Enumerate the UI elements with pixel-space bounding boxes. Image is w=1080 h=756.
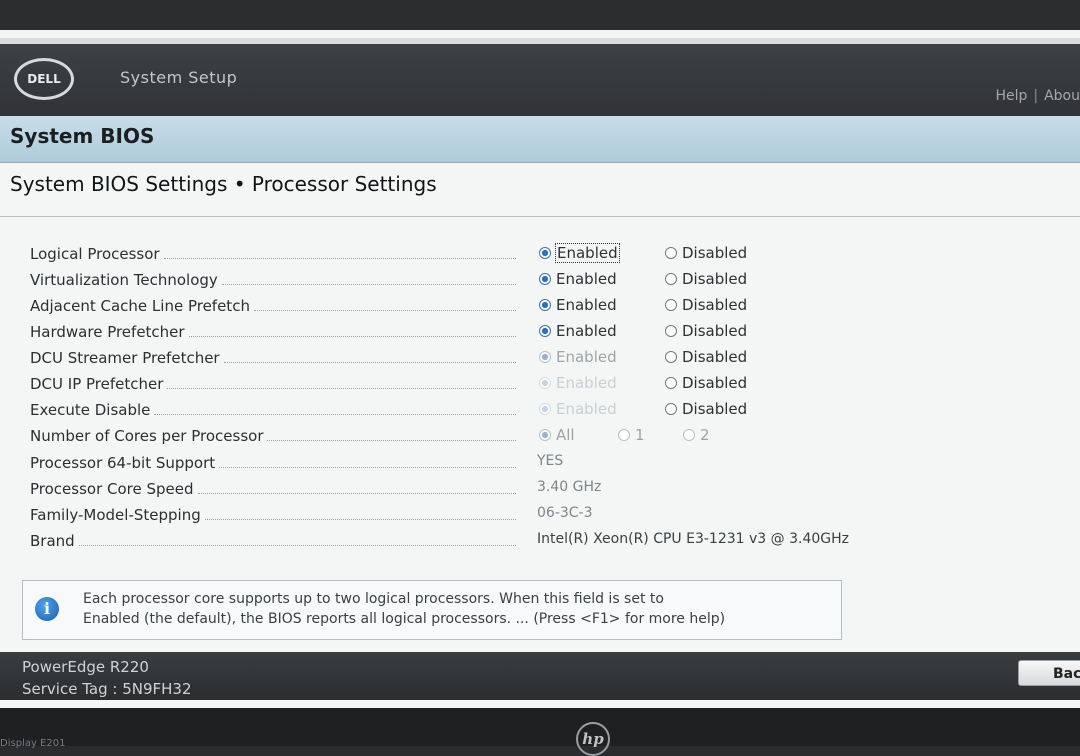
virtualization-enabled-radio[interactable]: Enabled: [539, 270, 617, 288]
hardware-prefetcher-disabled-radio[interactable]: Disabled: [665, 322, 747, 340]
radio-selected-icon: [539, 351, 551, 363]
radio-selected-icon: [539, 325, 551, 337]
radio-selected-icon: [539, 377, 551, 389]
setting-label: DCU Streamer Prefetcher: [30, 347, 516, 367]
monitor-bezel-bottom: Display E201 hp: [0, 708, 1080, 756]
setting-row-execute-disable: Execute Disable Enabled Disabled: [0, 397, 1080, 423]
setting-label: Virtualization Technology: [30, 269, 516, 289]
setting-value: Intel(R) Xeon(R) CPU E3-1231 v3 @ 3.40GH…: [537, 531, 849, 547]
radio-selected-icon: [539, 273, 551, 285]
bios-title-bar: System BIOS: [0, 116, 1080, 163]
radio-selected-icon: [539, 403, 551, 415]
monitor-bezel-top: [0, 0, 1080, 34]
setting-row-hardware-prefetcher: Hardware Prefetcher Enabled Disabled: [0, 319, 1080, 345]
setting-row-adjacent-cache: Adjacent Cache Line Prefetch Enabled Dis…: [0, 293, 1080, 319]
logical-processor-disabled-radio[interactable]: Disabled: [665, 244, 747, 262]
setting-label: Family-Model-Stepping: [30, 504, 516, 524]
dcu-streamer-enabled-radio[interactable]: Enabled: [539, 348, 617, 366]
setting-label: DCU IP Prefetcher: [30, 373, 516, 393]
radio-empty-icon: [665, 247, 677, 259]
adjacent-cache-enabled-radio[interactable]: Enabled: [539, 296, 617, 314]
dell-logo: DELL: [14, 58, 74, 100]
monitor-model-label: Display E201: [0, 738, 66, 749]
footer-bar: PowerEdge R220 Service Tag : 5N9FH32 Bac: [0, 652, 1080, 700]
radio-empty-icon: [665, 403, 677, 415]
radio-empty-icon: [665, 351, 677, 363]
service-tag: Service Tag : 5N9FH32: [22, 680, 192, 698]
execute-disable-disabled-radio[interactable]: Disabled: [665, 400, 747, 418]
setting-row-brand: Brand Intel(R) Xeon(R) CPU E3-1231 v3 @ …: [0, 528, 1080, 554]
radio-empty-icon: [683, 429, 695, 441]
section-title: System BIOS Settings • Processor Setting…: [10, 172, 437, 196]
setting-row-dcu-ip: DCU IP Prefetcher Enabled Disabled: [0, 371, 1080, 397]
setting-label: Number of Cores per Processor: [30, 425, 516, 445]
section-divider: [0, 216, 1080, 217]
radio-empty-icon: [665, 377, 677, 389]
setting-label: Processor 64-bit Support: [30, 452, 516, 472]
dcu-ip-disabled-radio[interactable]: Disabled: [665, 374, 747, 392]
setting-value: 06-3C-3: [537, 505, 593, 521]
help-text: Each processor core supports up to two l…: [83, 589, 835, 629]
radio-selected-icon: [539, 299, 551, 311]
link-separator: |: [1033, 88, 1039, 104]
setting-label: Logical Processor: [30, 243, 516, 263]
info-icon: i: [35, 597, 59, 621]
radio-empty-icon: [618, 429, 630, 441]
server-model: PowerEdge R220: [22, 658, 149, 676]
setting-value: YES: [537, 453, 564, 469]
setting-row-virtualization: Virtualization Technology Enabled Disabl…: [0, 267, 1080, 293]
setting-row-dcu-streamer: DCU Streamer Prefetcher Enabled Disabled: [0, 345, 1080, 371]
help-link[interactable]: Help: [995, 88, 1027, 104]
setting-label: Execute Disable: [30, 399, 516, 419]
virtualization-disabled-radio[interactable]: Disabled: [665, 270, 747, 288]
radio-empty-icon: [665, 325, 677, 337]
setting-row-cores-per-processor: Number of Cores per Processor All 1 2: [0, 423, 1080, 449]
help-line-1: Each processor core supports up to two l…: [83, 591, 664, 607]
setup-header: DELL System Setup Help | Abou: [0, 38, 1080, 124]
setting-label: Adjacent Cache Line Prefetch: [30, 295, 516, 315]
setting-value: 3.40 GHz: [537, 479, 602, 495]
bios-screen: DELL System Setup Help | Abou System BIOS …: [0, 30, 1080, 710]
setting-row-logical-processor: Logical Processor Enabled Disabled: [0, 241, 1080, 267]
setting-row-family-model-stepping: Family-Model-Stepping 06-3C-3: [0, 502, 1080, 528]
logical-processor-enabled-radio[interactable]: Enabled: [539, 243, 620, 263]
cores-2-radio[interactable]: 2: [683, 426, 710, 444]
radio-selected-icon: [539, 247, 551, 259]
adjacent-cache-disabled-radio[interactable]: Disabled: [665, 296, 747, 314]
execute-disable-enabled-radio[interactable]: Enabled: [539, 400, 617, 418]
dcu-ip-enabled-radio[interactable]: Enabled: [539, 374, 617, 392]
radio-empty-icon: [665, 273, 677, 285]
dcu-streamer-disabled-radio[interactable]: Disabled: [665, 348, 747, 366]
radio-selected-icon: [539, 429, 551, 441]
help-line-2: Enabled (the default), the BIOS reports …: [83, 611, 726, 627]
hardware-prefetcher-enabled-radio[interactable]: Enabled: [539, 322, 617, 340]
setting-label: Processor Core Speed: [30, 478, 516, 498]
setting-label: Brand: [30, 530, 516, 550]
setting-row-core-speed: Processor Core Speed 3.40 GHz: [0, 476, 1080, 502]
hp-logo: hp: [576, 722, 610, 756]
app-title: System Setup: [120, 68, 238, 87]
header-links: Help | Abou: [995, 88, 1080, 104]
cores-all-radio[interactable]: All: [539, 426, 575, 444]
setting-label: Hardware Prefetcher: [30, 321, 516, 341]
page-title: System BIOS: [10, 124, 155, 148]
cores-1-radio[interactable]: 1: [618, 426, 645, 444]
about-link[interactable]: Abou: [1044, 88, 1080, 104]
help-panel: i Each processor core supports up to two…: [22, 580, 842, 640]
back-button[interactable]: Bac: [1018, 660, 1080, 686]
setting-row-64bit-support: Processor 64-bit Support YES: [0, 450, 1080, 476]
radio-empty-icon: [665, 299, 677, 311]
